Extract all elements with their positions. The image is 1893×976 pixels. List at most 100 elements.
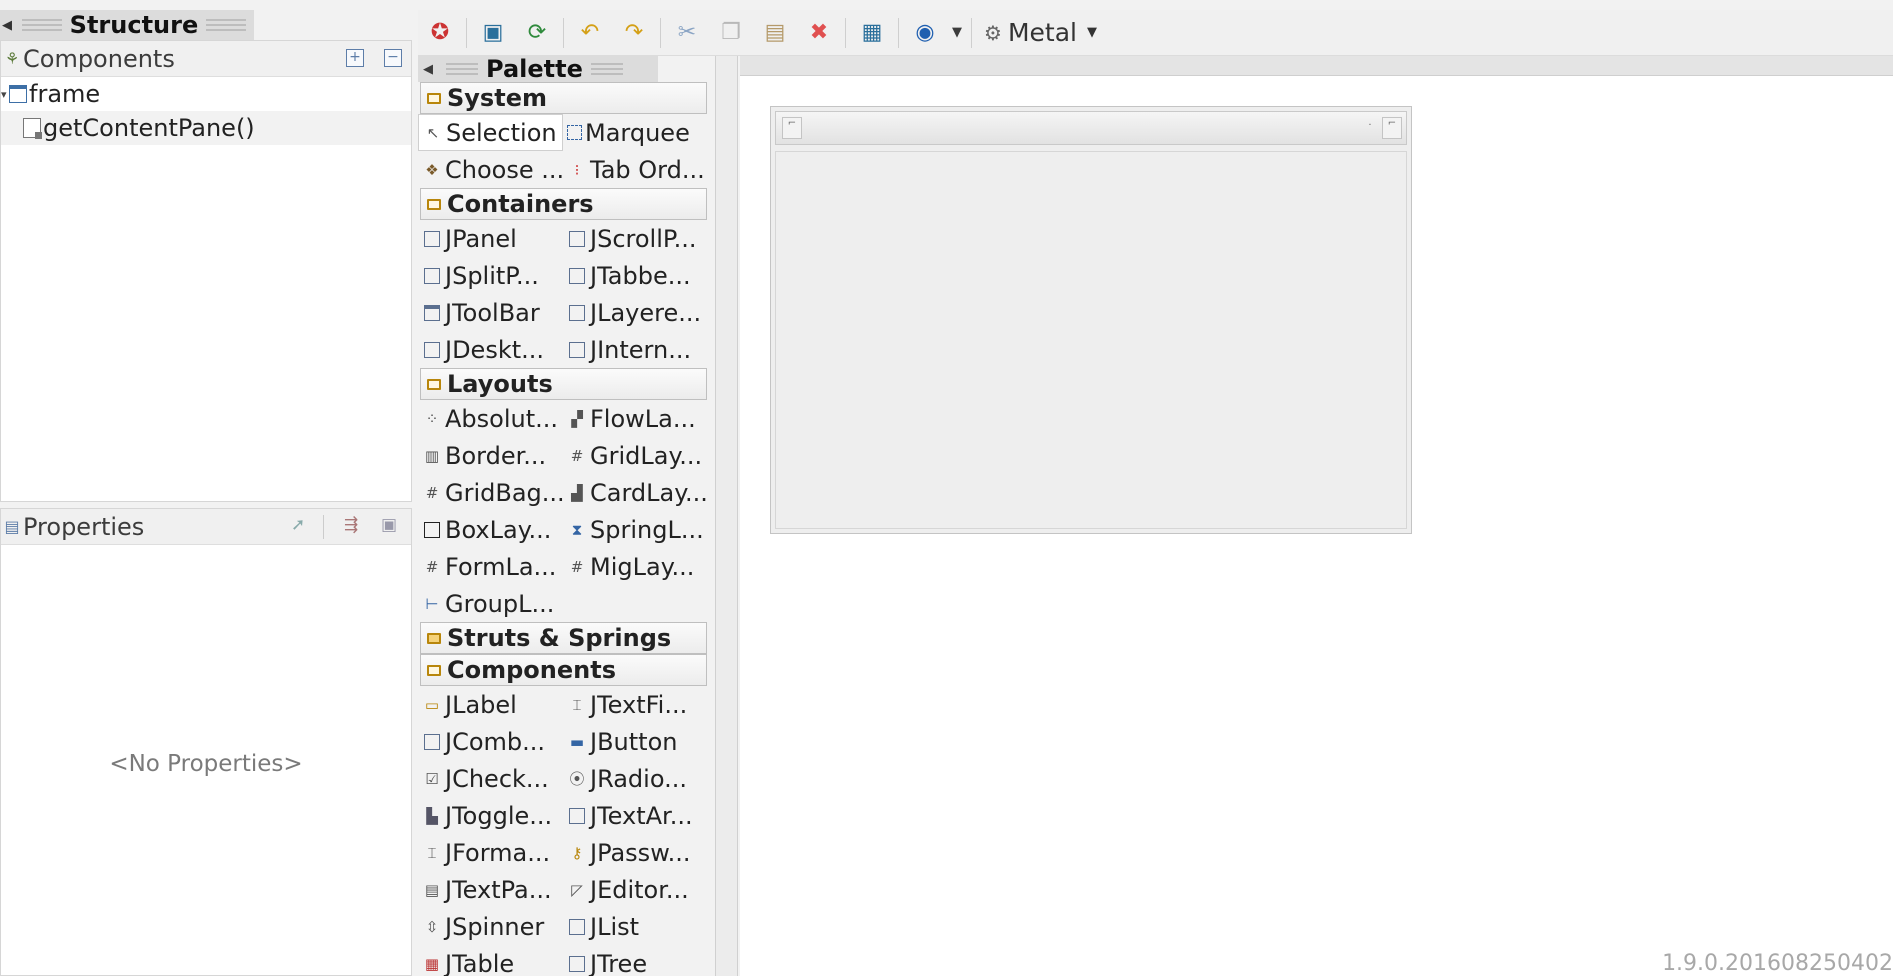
jspinner-icon: ⇳ bbox=[425, 917, 439, 936]
collapse-arrow-icon[interactable]: ◀ bbox=[0, 18, 14, 33]
copy-icon[interactable]: ❐ bbox=[709, 10, 753, 56]
palette-item[interactable]: ▟ CardLay... bbox=[563, 474, 708, 511]
palette-item-label: JDeskt... bbox=[445, 335, 545, 364]
palette-category-system[interactable]: System bbox=[420, 82, 707, 114]
show-advanced-icon[interactable]: ▣ bbox=[381, 515, 397, 535]
goto-definition-icon[interactable]: ⇶ bbox=[344, 515, 358, 535]
palette-item[interactable]: ⁘ Absolut... bbox=[418, 400, 563, 437]
palette-item[interactable]: ▦ JTable bbox=[418, 945, 563, 976]
palette-item[interactable]: ⊢ GroupL... bbox=[418, 585, 563, 622]
palette-item[interactable]: JSplitP... bbox=[418, 257, 563, 294]
no-properties-label: <No Properties> bbox=[109, 751, 303, 777]
preview-icon[interactable]: ▣ bbox=[471, 10, 515, 56]
refresh-icon[interactable]: ⟳ bbox=[515, 10, 559, 56]
palette-item[interactable]: JDeskt... bbox=[418, 331, 563, 368]
palette-item[interactable]: Marquee bbox=[563, 114, 708, 151]
palette-item-label: JTree bbox=[590, 949, 648, 976]
jscrollpane-icon bbox=[569, 230, 585, 247]
globe-icon[interactable]: ◉ bbox=[903, 10, 947, 56]
chevron-down-icon[interactable]: ▼ bbox=[947, 10, 967, 56]
tab-order-icon: ⁝ bbox=[574, 160, 580, 179]
delete-icon[interactable]: ✖ bbox=[797, 10, 841, 56]
drag-grip-icon[interactable] bbox=[590, 63, 623, 75]
palette-item-label: JRadio... bbox=[590, 764, 687, 793]
palette-item[interactable]: ⇳ JSpinner bbox=[418, 908, 563, 945]
content-pane[interactable] bbox=[775, 151, 1407, 529]
palette-item[interactable]: ⁝ Tab Ord... bbox=[563, 151, 708, 188]
maximize-icon[interactable]: ⌐ bbox=[1382, 117, 1402, 139]
tree-item-content-pane[interactable]: getContentPane() bbox=[1, 111, 411, 145]
jframe-preview[interactable]: ⌐ . ⌐ bbox=[770, 106, 1412, 534]
palette-item[interactable]: ▙ JToggle... bbox=[418, 797, 563, 834]
expand-all-icon[interactable]: + bbox=[346, 49, 364, 67]
palette-item[interactable]: ⧗ SpringL... bbox=[563, 511, 708, 548]
palette-item-label: Marquee bbox=[585, 118, 690, 147]
palette-item[interactable]: ⌶ JForma... bbox=[418, 834, 563, 871]
palette-item[interactable]: JLayere... bbox=[563, 294, 708, 331]
drag-grip-icon[interactable] bbox=[206, 19, 246, 31]
tree-expand-icon[interactable]: ▾ bbox=[1, 88, 9, 101]
palette-item[interactable]: # FormLa... bbox=[418, 548, 563, 585]
palette-item[interactable]: ↖ Selection bbox=[418, 114, 563, 151]
palette-item[interactable]: ⌶ JTextFi... bbox=[563, 686, 708, 723]
tree-item-frame[interactable]: ▾ frame bbox=[1, 77, 411, 111]
palette-scrollbar[interactable] bbox=[716, 56, 738, 976]
jpasswordfield-icon: ⚷ bbox=[571, 843, 583, 862]
palette-category-layouts[interactable]: Layouts bbox=[420, 368, 707, 400]
palette-item[interactable]: ☑ JCheck... bbox=[418, 760, 563, 797]
palette-item-label: JButton bbox=[590, 727, 678, 756]
palette-item[interactable]: ⦿ JRadio... bbox=[563, 760, 708, 797]
palette-item[interactable]: ❖ Choose ... bbox=[418, 151, 563, 188]
frame-icon bbox=[9, 85, 27, 103]
gridbag-layout-icon: # bbox=[425, 483, 439, 502]
palette-item-label: Selection bbox=[446, 118, 557, 147]
palette-item[interactable]: JTabbe... bbox=[563, 257, 708, 294]
palette-item[interactable]: JComb... bbox=[418, 723, 563, 760]
cut-icon[interactable]: ✂ bbox=[665, 10, 709, 56]
test-gui-icon[interactable]: ✪ bbox=[418, 10, 462, 56]
palette-item[interactable]: ⚷ JPassw... bbox=[563, 834, 708, 871]
collapse-all-icon[interactable]: − bbox=[384, 49, 402, 67]
palette-header[interactable]: ◀ Palette bbox=[418, 56, 658, 83]
palette-item[interactable]: JPanel bbox=[418, 220, 563, 257]
palette-item[interactable]: ◸ JEditor... bbox=[563, 871, 708, 908]
palette-item-label: JPanel bbox=[445, 224, 517, 253]
show-events-icon[interactable]: ➚ bbox=[291, 515, 305, 535]
palette-item[interactable]: ▥ Border... bbox=[418, 437, 563, 474]
jradiobutton-icon: ⦿ bbox=[569, 770, 585, 788]
palette-item-label: FlowLa... bbox=[590, 404, 696, 433]
structure-header[interactable]: ◀ Structure bbox=[0, 10, 254, 40]
drag-grip-icon[interactable] bbox=[21, 19, 62, 31]
palette-item[interactable]: JList bbox=[563, 908, 708, 945]
palette-item[interactable]: JScrollP... bbox=[563, 220, 708, 257]
palette-item[interactable]: JTextAr... bbox=[563, 797, 708, 834]
design-canvas[interactable]: ⌐ . ⌐ 1.9.0.201608250402 bbox=[740, 56, 1893, 976]
structure-title: Structure bbox=[69, 11, 199, 39]
palette-item[interactable]: # GridBag... bbox=[418, 474, 563, 511]
jframe-title-bar[interactable]: ⌐ . ⌐ bbox=[775, 111, 1407, 145]
palette-item[interactable]: JToolBar bbox=[418, 294, 563, 331]
palette-category-struts-springs[interactable]: Struts & Springs bbox=[420, 622, 707, 654]
drag-grip-icon[interactable] bbox=[446, 63, 478, 75]
palette-item[interactable]: ▬ JButton bbox=[563, 723, 708, 760]
undo-icon[interactable]: ↶ bbox=[568, 10, 612, 56]
collapse-arrow-icon[interactable]: ◀ bbox=[418, 62, 438, 77]
palette-item[interactable]: JTree bbox=[563, 945, 708, 976]
palette-item[interactable]: # GridLay... bbox=[563, 437, 708, 474]
palette-item[interactable]: ▞ FlowLa... bbox=[563, 400, 708, 437]
palette-item[interactable]: ▭ JLabel bbox=[418, 686, 563, 723]
redo-icon[interactable]: ↷ bbox=[612, 10, 656, 56]
palette-item[interactable]: ▤ JTextPa... bbox=[418, 871, 563, 908]
palette-category-components[interactable]: Components bbox=[420, 654, 707, 686]
palette-category-containers[interactable]: Containers bbox=[420, 188, 707, 220]
look-and-feel-dropdown[interactable]: ⚙ Metal ▼ bbox=[976, 18, 1097, 47]
minimize-icon[interactable]: . bbox=[1360, 117, 1380, 139]
system-menu-icon[interactable]: ⌐ bbox=[782, 117, 802, 139]
palette-item[interactable]: BoxLay... bbox=[418, 511, 563, 548]
palette-item[interactable]: JIntern... bbox=[563, 331, 708, 368]
palette-item-label: JScrollP... bbox=[590, 224, 697, 253]
paste-icon[interactable]: ▤ bbox=[753, 10, 797, 56]
externalize-strings-icon[interactable]: ▦ bbox=[850, 10, 894, 56]
jdesktoppane-icon bbox=[424, 341, 440, 358]
palette-item[interactable]: # MigLay... bbox=[563, 548, 708, 585]
